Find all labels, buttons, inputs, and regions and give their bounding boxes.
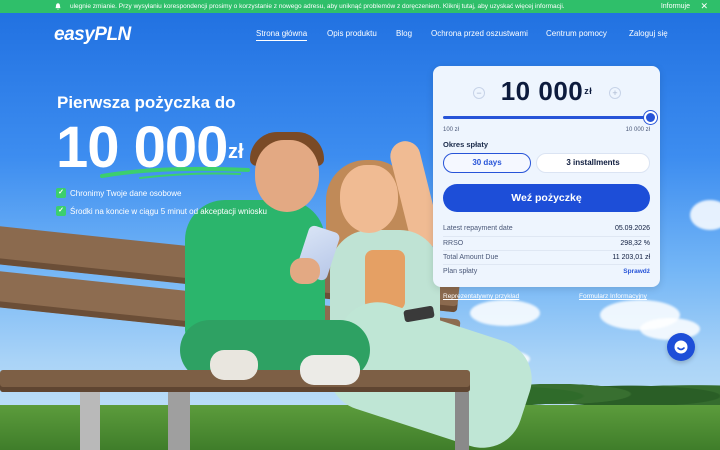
detail-row: Plan spłaty Sprawdź — [443, 268, 650, 275]
representative-example-link[interactable]: Reprezentatywny przykład — [443, 293, 519, 300]
option-30-days[interactable]: 30 days — [443, 153, 531, 173]
detail-value: 11 203,01 zł — [612, 254, 650, 261]
logo[interactable]: easyPLN — [54, 24, 131, 46]
option-3-installments[interactable]: 3 installments — [536, 153, 650, 173]
amount-slider[interactable] — [443, 116, 650, 119]
information-form-link[interactable]: Formularz Informacyjny — [579, 293, 647, 300]
nav-login[interactable]: Zaloguj się — [629, 29, 668, 38]
hero-title: Pierwsza pożyczka do — [57, 93, 236, 112]
bell-icon — [55, 3, 61, 10]
detail-row: RRSO 298,32 % — [443, 240, 650, 247]
notice-message[interactable]: ulegnie zmianie. Przy wysyłaniu korespon… — [70, 3, 565, 10]
detail-label: Total Amount Due — [443, 254, 499, 261]
loan-calculator: − 10 000zł + 100 zł 10 000 zł Okres spła… — [433, 66, 660, 287]
calculator-amount: 10 000zł — [433, 76, 660, 107]
amount-value: 10 000 — [500, 76, 584, 106]
nav-blog[interactable]: Blog — [396, 29, 412, 38]
feature-item: ✓ Środki na koncie w ciągu 5 minut od ak… — [56, 206, 267, 216]
slider-handle[interactable] — [644, 111, 657, 124]
nav-home[interactable]: Strona główna — [256, 29, 308, 41]
detail-label: Latest repayment date — [443, 225, 513, 232]
detail-label: Plan spłaty — [443, 268, 478, 275]
take-loan-button[interactable]: Weź pożyczkę — [443, 184, 650, 212]
nav-help-center[interactable]: Centrum pomocy — [546, 29, 607, 38]
detail-row: Total Amount Due 11 203,01 zł — [443, 254, 650, 261]
feature-text: Chronimy Twoje dane osobowe — [70, 188, 182, 198]
check-plan-link[interactable]: Sprawdź — [623, 268, 650, 275]
detail-value: 298,32 % — [620, 240, 650, 247]
detail-row: Latest repayment date 05.09.2026 — [443, 225, 650, 232]
plus-icon[interactable]: + — [609, 87, 621, 99]
close-icon[interactable]: ✕ — [700, 1, 708, 11]
detail-label: RRSO — [443, 240, 464, 247]
chat-button[interactable] — [667, 333, 695, 361]
detail-value: 05.09.2026 — [614, 225, 650, 232]
chat-icon — [674, 340, 688, 354]
amount-unit: zł — [584, 86, 593, 96]
notice-bar[interactable]: ulegnie zmianie. Przy wysyłaniu korespon… — [0, 0, 720, 13]
notice-info-link[interactable]: Informuje — [661, 3, 690, 10]
period-label: Okres spłaty — [443, 140, 489, 149]
feature-item: ✓ Chronimy Twoje dane osobowe — [56, 188, 181, 198]
swoosh-underline — [100, 166, 250, 179]
check-icon: ✓ — [56, 188, 66, 198]
slider-max-label: 10 000 zł — [625, 127, 650, 133]
slider-min-label: 100 zł — [443, 127, 460, 133]
check-icon: ✓ — [56, 206, 66, 216]
feature-text: Środki na koncie w ciągu 5 minut od akce… — [70, 206, 267, 216]
nav-product[interactable]: Opis produktu — [327, 29, 377, 38]
nav-fraud-protection[interactable]: Ochrona przed oszustwami — [431, 29, 528, 38]
